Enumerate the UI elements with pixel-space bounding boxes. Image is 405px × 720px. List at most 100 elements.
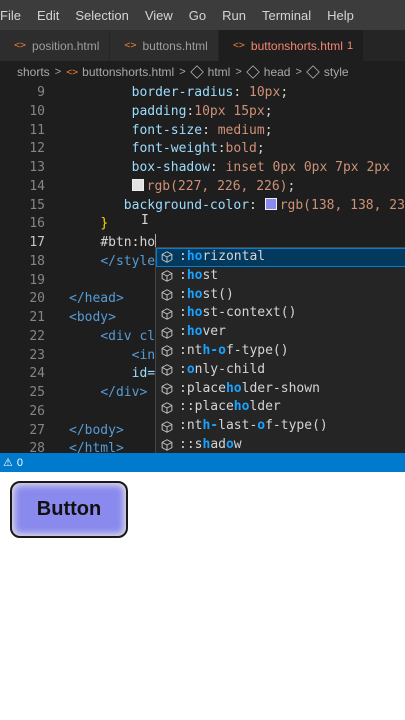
breadcrumb-folder[interactable]: shorts <box>17 65 50 79</box>
preview-button[interactable]: Button <box>10 481 128 538</box>
menu-item-view[interactable]: View <box>137 8 181 23</box>
colon: : <box>202 122 218 138</box>
suggestion-text: :nt <box>179 418 203 434</box>
suggestion-item[interactable]: :nt h-last-o f-type() <box>156 417 405 436</box>
html-tag: </div> <box>100 385 148 400</box>
menu-item-go[interactable]: Go <box>181 8 214 23</box>
code-text: </div> <box>69 383 147 402</box>
mouse-ibeam-cursor-icon: I <box>141 213 149 228</box>
color-swatch[interactable] <box>131 178 144 191</box>
html-file-icon: <> <box>66 66 79 78</box>
css-value: inset 0px 0px 7px 2px <box>225 160 390 175</box>
suggest-widget: : ho rizontal: ho st: ho st(): ho st-context(): h… <box>155 247 405 455</box>
suggestion-text: h-o <box>202 342 226 358</box>
suggestion-item[interactable]: : ho ver <box>156 323 405 342</box>
breadcrumb-style[interactable]: style <box>306 65 349 79</box>
suggestion-item[interactable]: : ho rizontal <box>156 248 405 267</box>
semicolon: ; <box>264 103 273 119</box>
suggestion-text: st() <box>202 286 234 302</box>
suggestion-text: : <box>179 361 187 377</box>
menu-item-run[interactable]: Run <box>214 8 254 23</box>
line-number: 25 <box>29 385 45 400</box>
tab-buttonshorts[interactable]: <> buttonshorts.html 1 <box>218 30 365 61</box>
suggestion-item[interactable]: ::s h ad o w <box>156 436 405 454</box>
html-file-icon: <> <box>232 40 245 51</box>
tab-buttons[interactable]: <> buttons.html <box>110 30 219 61</box>
suggestion-item[interactable]: : ho st() <box>156 286 405 305</box>
html-tag: </head> <box>69 291 124 307</box>
suggestion-text: ::place <box>179 399 234 415</box>
code-text: #btn:ho <box>69 233 157 252</box>
css-value: 10px 15px <box>194 103 265 119</box>
property-cube-icon <box>161 383 173 395</box>
suggestion-text: : <box>179 305 187 321</box>
suggestion-text: : <box>179 267 187 283</box>
breadcrumb-file[interactable]: <> buttonshorts.html <box>66 65 174 79</box>
suggestion-item[interactable]: :place ho lder-shown <box>156 380 405 399</box>
code-text: font-size: medium; <box>69 121 273 140</box>
css-property: padding <box>131 103 187 119</box>
code-text: font-weight:bold; <box>69 139 265 158</box>
editor-tabs: <> position.html <> buttons.html <> buttonsho… <box>0 30 405 61</box>
tab-position[interactable]: <> position.html <box>0 30 111 61</box>
property-cube-icon <box>161 401 173 414</box>
breadcrumb-separator: > <box>295 66 302 78</box>
suggestion-item[interactable]: : o nly-child <box>156 361 405 380</box>
warning-icon[interactable]: ⚠ <box>3 456 13 469</box>
closing-brace: } <box>100 216 109 232</box>
element-icon <box>189 65 204 79</box>
suggestion-text: f-type() <box>225 342 289 358</box>
code-text: id= <box>69 364 155 383</box>
code-line: 13 box-shadow: inset 0px 0px 7px 2px <box>0 158 405 177</box>
code-line: 9 border-radius: 10px; <box>0 83 405 102</box>
problems-count[interactable]: 0 <box>17 457 23 469</box>
property-cube-icon <box>161 364 173 376</box>
colon: : <box>233 85 250 100</box>
suggestion-item[interactable]: ::place ho lder <box>156 398 405 417</box>
menu-item-selection[interactable]: Selection <box>67 8 136 23</box>
menu-item-terminal[interactable]: Terminal <box>254 8 319 23</box>
property-cube-icon <box>161 251 173 264</box>
suggestion-text: nly-child <box>194 361 266 377</box>
code-line: 14 rgb(227, 226, 226); <box>0 177 405 196</box>
suggestion-text: o <box>257 418 266 434</box>
color-swatch[interactable] <box>264 197 277 210</box>
suggestion-item[interactable]: : ho st <box>156 267 405 286</box>
typed-selector: #btn:ho <box>100 235 156 250</box>
tab-label: buttons.html <box>142 38 208 53</box>
suggestion-text: h <box>202 436 211 452</box>
suggestion-item[interactable]: : ho st-context() <box>156 304 405 323</box>
colon: : <box>209 160 226 175</box>
menu-item-help[interactable]: Help <box>319 8 362 23</box>
css-property: id= <box>131 366 156 382</box>
code-line: 16 } <box>0 214 405 233</box>
suggestion-text: o <box>186 361 195 377</box>
html-tag: <div cl <box>100 328 156 344</box>
html-tag: </body> <box>69 422 124 438</box>
line-number: 26 <box>29 403 45 419</box>
breadcrumb-separator: > <box>54 66 62 78</box>
breadcrumb-head[interactable]: head <box>245 65 290 79</box>
line-number: 21 <box>29 310 45 325</box>
html-tag: <body> <box>69 310 116 325</box>
menu-item-file[interactable]: File <box>0 8 29 23</box>
menu-item-edit[interactable]: Edit <box>29 8 67 23</box>
line-number: 24 <box>29 366 45 382</box>
property-cube-icon <box>161 345 173 358</box>
css-value: rgb(227, 226, 226) <box>146 178 288 194</box>
css-property: border-radius <box>131 85 234 100</box>
line-number: 17 <box>29 235 45 250</box>
property-cube-icon <box>161 270 173 282</box>
suggestion-text: :nt <box>179 342 203 358</box>
suggestion-item[interactable]: :nt h-o f-type() <box>156 342 405 361</box>
html-file-icon: <> <box>124 40 137 51</box>
property-cube-icon <box>161 289 173 301</box>
code-text: border-radius: 10px; <box>69 83 289 102</box>
breadcrumb-html[interactable]: html <box>189 65 230 79</box>
code-text: box-shadow: inset 0px 0px 7px 2px <box>69 158 390 177</box>
